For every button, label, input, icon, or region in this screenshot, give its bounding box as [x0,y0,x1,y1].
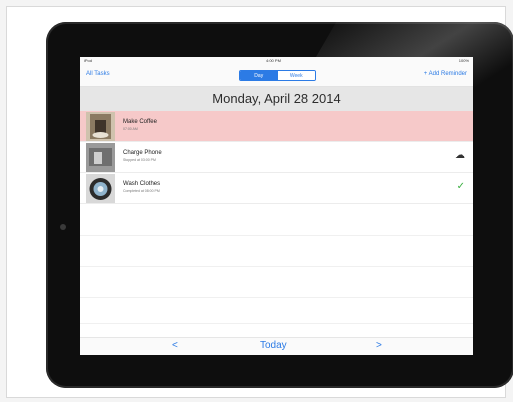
day-week-segmented-control: Day Week [239,70,316,81]
add-reminder-link[interactable]: + Add Reminder [424,71,467,77]
washing-machine-thumbnail [86,174,115,203]
task-row[interactable]: Wash Clothes Completed at 08:00 PM ✓ [80,173,473,204]
list-separator [80,266,473,267]
camera-dot [60,224,66,230]
carrier-label: iPod [84,58,93,63]
list-separator [80,323,473,324]
task-title: Charge Phone [123,150,162,156]
task-subtitle: Completed at 08:00 PM [123,189,160,193]
today-button[interactable]: Today [260,340,287,351]
clock-label: 4:00 PM [266,58,281,63]
all-tasks-link[interactable]: All Tasks [86,71,110,77]
segment-week[interactable]: Week [277,71,315,80]
task-row[interactable]: Charge Phone Stopped at 03:00 PM ☁ [80,142,473,173]
list-separator [80,297,473,298]
task-title: Make Coffee [123,119,157,125]
bottom-toolbar: < Today > [80,337,473,355]
task-row[interactable]: Make Coffee 07:00 AM [80,111,473,142]
navigation-bar: All Tasks Day Week + Add Reminder [80,65,473,87]
coffee-thumbnail [86,112,115,141]
task-title: Wash Clothes [123,181,161,187]
checkmark-icon[interactable]: ✓ [457,181,465,192]
phone-thumbnail [86,143,115,172]
battery-label: 100% [458,58,469,63]
task-subtitle: Stopped at 03:00 PM [123,158,156,162]
segment-day[interactable]: Day [240,71,278,80]
snooze-icon[interactable]: ☁ [455,150,465,161]
task-subtitle: 07:00 AM [123,127,138,131]
next-day-button[interactable]: > [376,340,382,351]
list-separator [80,235,473,236]
previous-day-button[interactable]: < [172,340,178,351]
date-header: Monday, April 28 2014 [80,87,473,111]
status-bar: iPod 4:00 PM 100% [80,57,473,65]
app-screen: iPod 4:00 PM 100% All Tasks Day Week + A… [80,57,473,355]
